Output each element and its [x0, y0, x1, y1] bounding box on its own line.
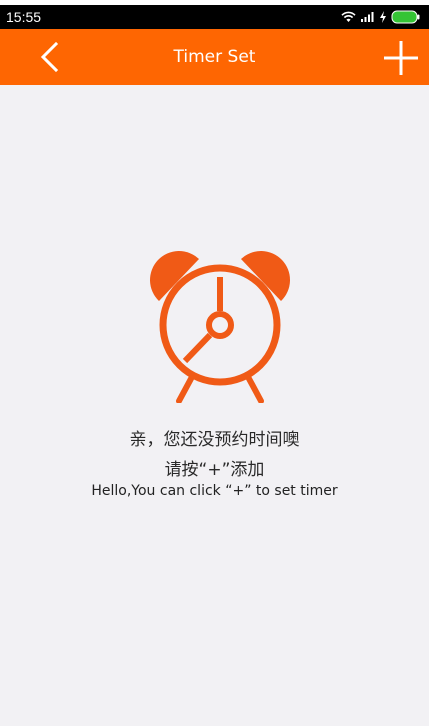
alarm-clock-icon: [150, 251, 290, 403]
page: 15:55 Timer Set 亲，您还没预约时间噢 请按“+”添加 Hello…: [0, 0, 430, 726]
app-screen: 15:55 Timer Set 亲，您还没预约时间噢 请按“+”添加 Hello…: [0, 5, 429, 726]
header-bar: Timer Set: [0, 29, 429, 85]
plus-icon: [384, 41, 418, 75]
status-time: 15:55: [6, 9, 42, 25]
page-title: Timer Set: [173, 47, 256, 67]
charging-icon: [380, 11, 386, 23]
empty-message-line2: 请按“+”添加: [164, 460, 265, 480]
status-bar: 15:55: [0, 5, 429, 29]
wifi-icon: [341, 11, 356, 22]
signal-icon: [361, 12, 374, 22]
empty-message-english: Hello,You can click “+” to set timer: [91, 483, 338, 499]
add-timer-button[interactable]: [383, 41, 419, 75]
empty-message-line1: 亲，您还没预约时间噢: [129, 430, 300, 450]
status-icons: [341, 9, 421, 25]
battery-icon: [391, 10, 420, 24]
